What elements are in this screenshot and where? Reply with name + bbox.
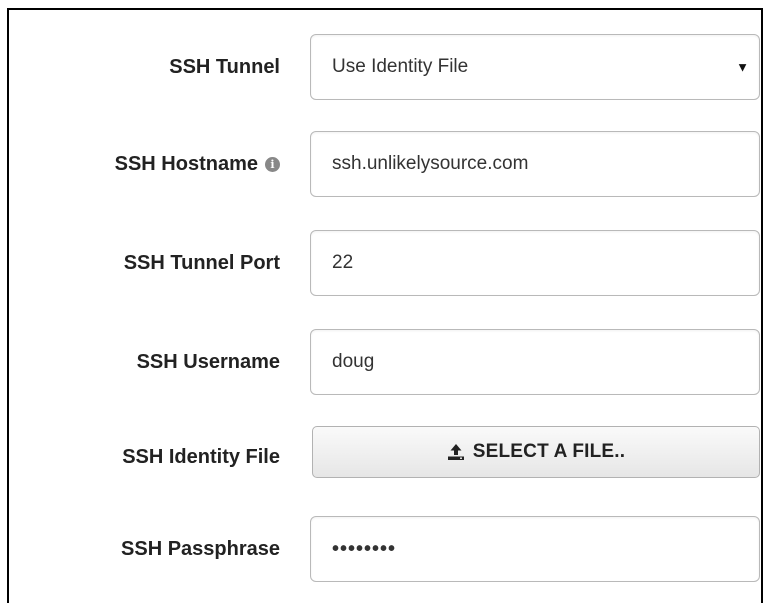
ssh-identity-file-row: SSH Identity File SELECT A FILE.. (0, 426, 769, 478)
ssh-hostname-label: SSH Hostname i (115, 131, 280, 197)
ssh-tunnel-label: SSH Tunnel (169, 55, 280, 78)
ssh-tunnel-port-value: 22 (332, 252, 354, 273)
ssh-username-label: SSH Username (136, 350, 280, 373)
upload-icon (447, 443, 465, 461)
info-icon[interactable]: i (265, 156, 280, 172)
ssh-passphrase-row: SSH Passphrase •••••••• (0, 516, 769, 582)
ssh-username-row: SSH Username doug (0, 329, 769, 395)
ssh-tunnel-row: SSH Tunnel Use Identity File ▼ (0, 34, 769, 100)
ssh-hostname-value: ssh.unlikelysource.com (332, 153, 529, 174)
ssh-tunnel-port-input[interactable]: 22 (310, 230, 760, 296)
ssh-tunnel-port-label: SSH Tunnel Port (123, 251, 280, 274)
ssh-identity-file-label: SSH Identity File (122, 445, 280, 468)
select-file-label: SELECT A FILE.. (472, 441, 626, 462)
select-file-button[interactable]: SELECT A FILE.. (312, 426, 760, 478)
ssh-tunnel-port-row: SSH Tunnel Port 22 (0, 230, 769, 296)
ssh-passphrase-label: SSH Passphrase (121, 537, 280, 560)
ssh-tunnel-value: Use Identity File (332, 56, 469, 77)
ssh-hostname-row: SSH Hostname i ssh.unlikelysource.com (0, 131, 769, 197)
ssh-passphrase-value: •••••••• (332, 537, 397, 560)
ssh-tunnel-select[interactable]: Use Identity File ▼ (310, 34, 760, 100)
ssh-passphrase-input[interactable]: •••••••• (310, 516, 760, 582)
ssh-username-input[interactable]: doug (310, 329, 760, 395)
ssh-hostname-input[interactable]: ssh.unlikelysource.com (310, 131, 760, 197)
ssh-username-value: doug (332, 351, 375, 372)
caret-down-icon: ▼ (736, 59, 749, 75)
